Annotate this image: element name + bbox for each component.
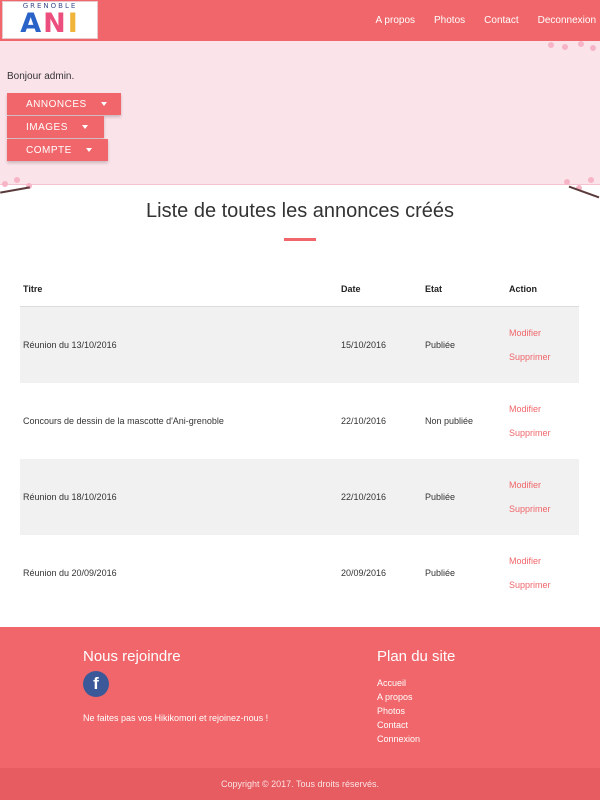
logo-letter-n: N — [43, 8, 68, 39]
footer-join-title: Nous rejoindre — [83, 648, 181, 665]
dropdown-label: ANNONCES — [26, 98, 87, 110]
annonces-table: Titre Date Etat Action Réunion du 13/10/… — [20, 272, 579, 611]
cell-titre: Réunion du 20/09/2016 — [23, 568, 117, 578]
cell-date: 22/10/2016 — [341, 416, 387, 426]
cherry-blossom-decoration — [0, 175, 40, 195]
cell-etat: Publiée — [425, 340, 456, 350]
navbar: GRENOBLE ANI A propos Photos Contact Dec… — [0, 0, 600, 41]
supprimer-link[interactable]: Supprimer — [509, 428, 551, 438]
cell-date: 22/10/2016 — [341, 492, 387, 502]
supprimer-link[interactable]: Supprimer — [509, 352, 551, 362]
cherry-blossom-decoration — [560, 175, 600, 203]
modifier-link[interactable]: Modifier — [509, 480, 541, 490]
footer: Nous rejoindre f Ne faites pas vos Hikik… — [0, 627, 600, 768]
modifier-link[interactable]: Modifier — [509, 404, 541, 414]
table-row: Réunion du 13/10/2016 15/10/2016 Publiée… — [20, 307, 579, 383]
site-logo[interactable]: GRENOBLE ANI — [2, 1, 98, 39]
logo-wordmark: ANI — [3, 8, 97, 39]
cherry-blossom-decoration — [540, 41, 600, 51]
main-nav: A propos Photos Contact Deconnexion — [357, 0, 596, 41]
footer-join-text: Ne faites pas vos Hikikomori et rejoinez… — [83, 713, 269, 723]
table-row: Réunion du 20/09/2016 20/09/2016 Publiée… — [20, 535, 579, 611]
logo-letter-i: I — [67, 8, 80, 39]
column-header-date: Date — [341, 284, 361, 294]
column-header-titre: Titre — [23, 284, 43, 294]
cell-titre: Concours de dessin de la mascotte d'Ani-… — [23, 416, 224, 426]
cell-etat: Publiée — [425, 568, 456, 578]
table-header: Titre Date Etat Action — [20, 272, 579, 307]
sitemap-link-a-propos[interactable]: A propos — [377, 690, 420, 704]
admin-panel: Bonjour admin. ANNONCES IMAGES COMPTE — [0, 41, 600, 199]
sitemap-link-contact[interactable]: Contact — [377, 718, 420, 732]
cell-titre: Réunion du 18/10/2016 — [23, 492, 117, 502]
modifier-link[interactable]: Modifier — [509, 556, 541, 566]
annonces-dropdown[interactable]: ANNONCES — [7, 93, 121, 115]
page-title: Liste de toutes les annonces créés — [146, 200, 454, 222]
facebook-icon[interactable]: f — [83, 671, 109, 697]
table-row: Réunion du 18/10/2016 22/10/2016 Publiée… — [20, 459, 579, 535]
nav-link-contact[interactable]: Contact — [484, 15, 518, 26]
compte-dropdown[interactable]: COMPTE — [7, 139, 108, 161]
images-dropdown[interactable]: IMAGES — [7, 116, 104, 138]
sitemap-link-connexion[interactable]: Connexion — [377, 732, 420, 746]
sitemap-link-accueil[interactable]: Accueil — [377, 676, 420, 690]
caret-down-icon — [100, 102, 107, 106]
column-header-action: Action — [509, 284, 537, 294]
greeting-text: Bonjour admin. — [7, 71, 75, 82]
supprimer-link[interactable]: Supprimer — [509, 580, 551, 590]
cell-etat: Publiée — [425, 492, 456, 502]
supprimer-link[interactable]: Supprimer — [509, 504, 551, 514]
column-header-etat: Etat — [425, 284, 443, 294]
dropdown-label: COMPTE — [26, 144, 72, 156]
sitemap-link-photos[interactable]: Photos — [377, 704, 420, 718]
table-row: Concours de dessin de la mascotte d'Ani-… — [20, 383, 579, 459]
dropdown-label: IMAGES — [26, 121, 68, 133]
copyright-bar: Copyright © 2017. Tous droits réservés. — [0, 768, 600, 800]
footer-sitemap: Accueil A propos Photos Contact Connexio… — [377, 676, 420, 746]
caret-down-icon — [81, 125, 88, 129]
nav-link-deconnexion[interactable]: Deconnexion — [538, 15, 596, 26]
cell-date: 15/10/2016 — [341, 340, 387, 350]
cell-titre: Réunion du 13/10/2016 — [23, 340, 117, 350]
nav-link-a-propos[interactable]: A propos — [376, 15, 415, 26]
cell-date: 20/09/2016 — [341, 568, 387, 578]
title-divider — [284, 238, 316, 241]
nav-link-photos[interactable]: Photos — [434, 15, 465, 26]
footer-sitemap-title: Plan du site — [377, 648, 456, 665]
modifier-link[interactable]: Modifier — [509, 328, 541, 338]
cell-etat: Non publiée — [425, 416, 474, 426]
logo-letter-a: A — [20, 8, 44, 39]
caret-down-icon — [85, 148, 92, 152]
